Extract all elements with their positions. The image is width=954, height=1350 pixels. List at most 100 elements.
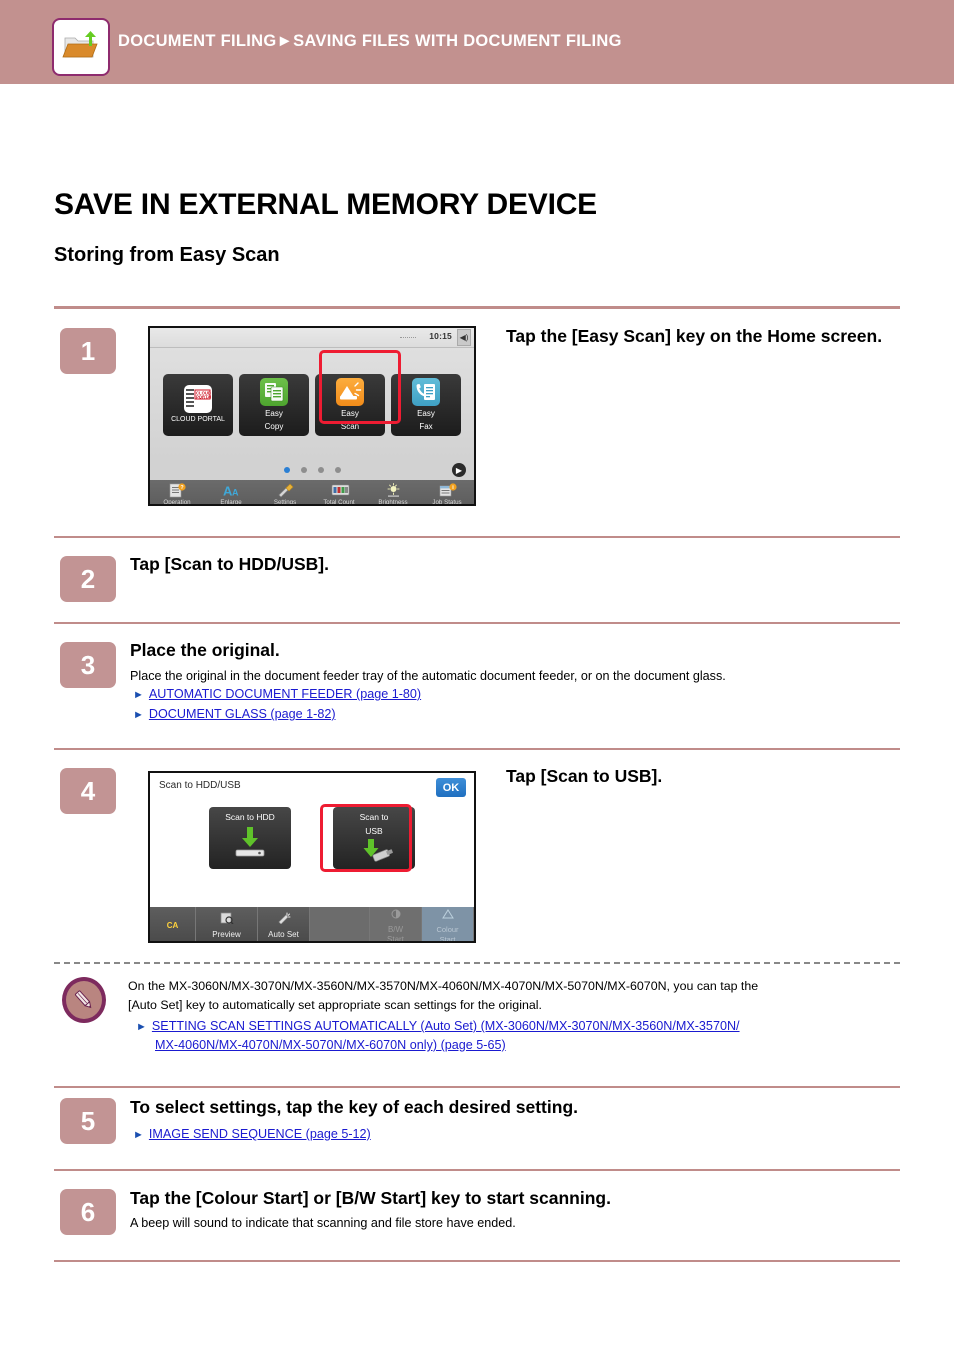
divider-after-step-1 — [54, 536, 900, 538]
dialog-title: Scan to HDD/USB — [159, 780, 241, 791]
toolbar-job-status[interactable]: i Job Status — [423, 483, 471, 506]
step-6-heading: Tap the [Colour Start] or [B/W Start] ke… — [130, 1188, 611, 1208]
divider-after-step-3 — [54, 748, 900, 750]
app-cloud-portal[interactable]: CLOUD PORTAL CLOUD PORTAL — [163, 374, 233, 436]
page-title: SAVE IN EXTERNAL MEMORY DEVICE — [54, 188, 597, 221]
device-clock: 10:15 — [429, 331, 452, 341]
key-label-2: USB — [365, 825, 383, 836]
next-page-icon[interactable]: ▶ — [452, 463, 466, 477]
status-dots — [400, 337, 416, 338]
toolbar-label: Brightness — [378, 499, 408, 506]
toolbar-spacer — [310, 907, 370, 941]
cloud-portal-icon: CLOUD PORTAL — [184, 385, 212, 414]
button-label: Colour — [436, 925, 459, 934]
step-1-heading: Tap the [Easy Scan] key on the Home scre… — [506, 326, 883, 346]
job-status-icon: i — [439, 483, 457, 498]
dialog-body: Scan to HDD Scan to USB — [150, 801, 474, 907]
step-3-heading: Place the original. — [130, 640, 280, 660]
step-badge-1: 1 — [60, 328, 116, 374]
auto-set-button[interactable]: Auto Set — [258, 907, 310, 941]
key-label: Scan to HDD — [225, 812, 275, 822]
app-easy-copy[interactable]: Easy Copy — [239, 374, 309, 436]
app-label: Easy — [341, 409, 359, 419]
divider-after-step-2 — [54, 622, 900, 624]
toolbar-label: Settings — [273, 499, 297, 506]
page-subtitle: Storing from Easy Scan — [54, 244, 280, 266]
easy-scan-icon — [336, 378, 364, 407]
step-2-heading: Tap [Scan to HDD/USB]. — [130, 554, 329, 574]
button-label: B/W — [387, 925, 404, 934]
button-label-2: Start — [387, 935, 404, 943]
link-arrow-icon: ► — [136, 1021, 147, 1033]
page-header: DOCUMENT FILING►SAVING FILES WITH DOCUME… — [0, 0, 954, 84]
toolbar-brightness-adjustment[interactable]: Brightness Adjustment — [369, 483, 417, 506]
toolbar-total-count[interactable]: Total Count — [315, 483, 363, 506]
app-label-2: Fax — [419, 422, 433, 431]
scan-to-hdd-key[interactable]: Scan to HDD — [209, 807, 291, 869]
button-label: CA — [166, 920, 179, 930]
scan-to-hdd-usb-screenshot: Scan to HDD/USB OK Scan to HDD Scan to U… — [148, 771, 476, 943]
bw-start-icon — [390, 906, 402, 924]
note-text-block: On the MX-3060N/MX-3070N/MX-3560N/MX-357… — [128, 977, 888, 1015]
toolbar-settings[interactable]: Settings — [261, 483, 309, 506]
page-dot-2[interactable] — [300, 467, 307, 473]
ok-button[interactable]: OK — [436, 778, 466, 797]
note-link[interactable]: ► SETTING SCAN SETTINGS AUTOMATICALLY (Au… — [136, 1017, 896, 1037]
note-link-cont[interactable]: MX-4060N/MX-4070N/MX-5070N/MX-6070N only… — [155, 1036, 915, 1056]
clear-all-button[interactable]: CA — [150, 907, 196, 941]
speaker-icon: ◀) — [457, 329, 471, 346]
home-app-grid: CLOUD PORTAL CLOUD PORTAL — [150, 348, 474, 460]
preview-icon — [220, 911, 234, 929]
link-text[interactable]: AUTOMATIC DOCUMENT FEEDER (page 1-80) — [149, 687, 421, 701]
step-3-link-2[interactable]: ► DOCUMENT GLASS (page 1-82) — [133, 705, 336, 725]
home-screen-screenshot: 10:15 ◀) CLOUD PORTAL — [148, 326, 476, 506]
brightness-adjustment-icon — [385, 483, 402, 498]
page-number: 6-16 — [0, 1346, 954, 1350]
toolbar-label: Total Count — [323, 499, 355, 506]
colour-start-icon — [441, 906, 454, 924]
app-easy-fax[interactable]: Easy Fax — [391, 374, 461, 436]
toolbar-label: Job Status — [432, 499, 462, 506]
step-5-link-1[interactable]: ► IMAGE SEND SEQUENCE (page 5-12) — [133, 1125, 371, 1145]
breadcrumb: DOCUMENT FILING►SAVING FILES WITH DOCUME… — [118, 32, 622, 50]
step-badge-6: 6 — [60, 1189, 116, 1235]
bw-start-button[interactable]: B/W Start — [370, 906, 422, 943]
enlarge-display-mode-icon: A A — [223, 483, 240, 499]
link-text-continued[interactable]: MX-4060N/MX-4070N/MX-5070N/MX-6070N only… — [155, 1038, 506, 1052]
total-count-icon — [331, 483, 349, 498]
app-easy-scan[interactable]: Easy Scan — [315, 374, 385, 436]
toolbar-operation-guide[interactable]: ? Operation Guide — [153, 483, 201, 506]
app-label-2: Copy — [264, 422, 284, 431]
colour-start-button[interactable]: Colour Start — [422, 906, 474, 941]
dialog-bottom-toolbar: CA Preview Auto Set B/W Start Colour Sta… — [150, 906, 474, 943]
step-3-link-1[interactable]: ► AUTOMATIC DOCUMENT FEEDER (page 1-80) — [133, 685, 421, 705]
page-dot-1[interactable] — [283, 467, 290, 473]
link-text[interactable]: IMAGE SEND SEQUENCE (page 5-12) — [149, 1127, 371, 1141]
button-label: Auto Set — [268, 930, 299, 939]
home-page-indicator: ▶ — [150, 460, 474, 480]
home-bottom-toolbar: ? Operation Guide A A Enlarge Display Mo… — [150, 480, 474, 506]
settings-icon — [277, 483, 294, 498]
easy-fax-icon — [412, 378, 440, 407]
step-3-body: Place the original in the document feede… — [130, 669, 726, 683]
page-dot-4[interactable] — [334, 467, 341, 473]
divider-top — [54, 306, 900, 309]
divider-before-step-5 — [54, 1086, 900, 1088]
scan-to-usb-key[interactable]: Scan to USB — [333, 807, 415, 869]
toolbar-label: Operation — [163, 499, 191, 506]
pencil-note-icon — [62, 977, 106, 1023]
link-text[interactable]: DOCUMENT GLASS (page 1-82) — [149, 707, 336, 721]
page-dot-3[interactable] — [317, 467, 324, 473]
link-arrow-icon: ► — [133, 689, 144, 701]
hdd-download-icon — [227, 826, 273, 865]
key-label: Scan to — [359, 812, 389, 822]
link-text[interactable]: SETTING SCAN SETTINGS AUTOMATICALLY (Aut… — [152, 1019, 740, 1033]
app-label: Easy — [417, 409, 435, 419]
preview-button[interactable]: Preview — [196, 907, 258, 941]
note-line-2: [Auto Set] key to automatically set appr… — [128, 998, 542, 1013]
step-badge-3: 3 — [60, 642, 116, 688]
auto-set-icon — [277, 911, 291, 929]
toolbar-enlarge-display-mode[interactable]: A A Enlarge Display Mode — [207, 483, 255, 505]
folder-upload-icon — [52, 18, 110, 76]
svg-text:PORTAL: PORTAL — [196, 395, 211, 400]
